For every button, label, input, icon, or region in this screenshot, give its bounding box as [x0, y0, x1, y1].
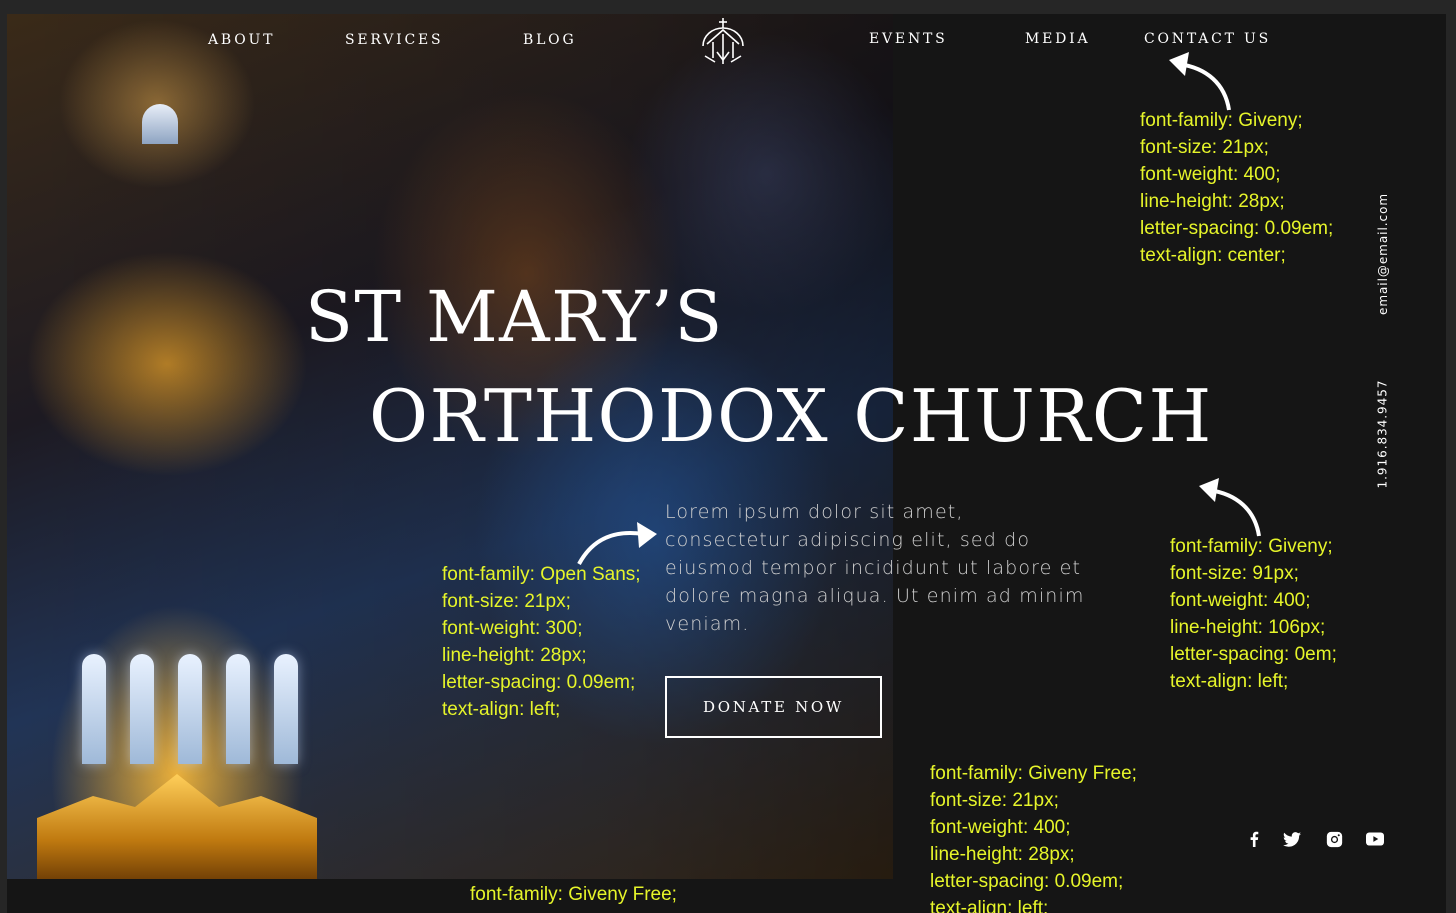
- church-logo-icon[interactable]: [697, 16, 749, 68]
- nav-services[interactable]: SERVICES: [345, 32, 443, 48]
- annotation-body-spec: font-family: Open Sans; font-size: 21px;…: [442, 564, 641, 720]
- hero-description: Lorem ipsum dolor sit amet, consectetur …: [665, 501, 1085, 635]
- donate-button[interactable]: DONATE NOW: [665, 676, 882, 738]
- nav-about[interactable]: ABOUT: [208, 32, 275, 48]
- annotation-title-spec: font-family: Giveny; font-size: 91px; fo…: [1170, 536, 1337, 692]
- annotation-nav-spec: font-family: Giveny; font-size: 21px; fo…: [1140, 110, 1334, 266]
- annotation-bottom-spec: font-family: Giveny Free;: [470, 884, 677, 905]
- annotation-button-spec: font-family: Giveny Free; font-size: 21p…: [930, 763, 1137, 913]
- nav-media[interactable]: MEDIA: [1025, 31, 1090, 47]
- dome-window: [142, 104, 178, 144]
- annotation-arrow-title: [1199, 478, 1261, 537]
- twitter-icon[interactable]: [1281, 828, 1303, 850]
- contact-phone[interactable]: 1.916.834.9457: [1375, 380, 1389, 489]
- contact-email[interactable]: email@email.com: [1376, 193, 1390, 315]
- instagram-icon[interactable]: [1323, 828, 1345, 850]
- facebook-icon[interactable]: [1243, 828, 1265, 850]
- annotation-arrow-nav: [1169, 52, 1231, 111]
- hero-title-line1: ST MARY’S: [305, 276, 724, 358]
- nav-contact-us[interactable]: CONTACT US: [1144, 31, 1271, 47]
- nav-blog[interactable]: BLOG: [523, 32, 576, 48]
- iconostasis: [37, 774, 317, 879]
- church-windows: [82, 654, 298, 764]
- hero-title-line2: ORTHODOX CHURCH: [369, 374, 1213, 458]
- page-canvas: ABOUT SERVICES BLOG EVENTS MEDIA CONTACT…: [7, 14, 1446, 913]
- youtube-icon[interactable]: [1364, 828, 1386, 850]
- nav-events[interactable]: EVENTS: [869, 31, 948, 47]
